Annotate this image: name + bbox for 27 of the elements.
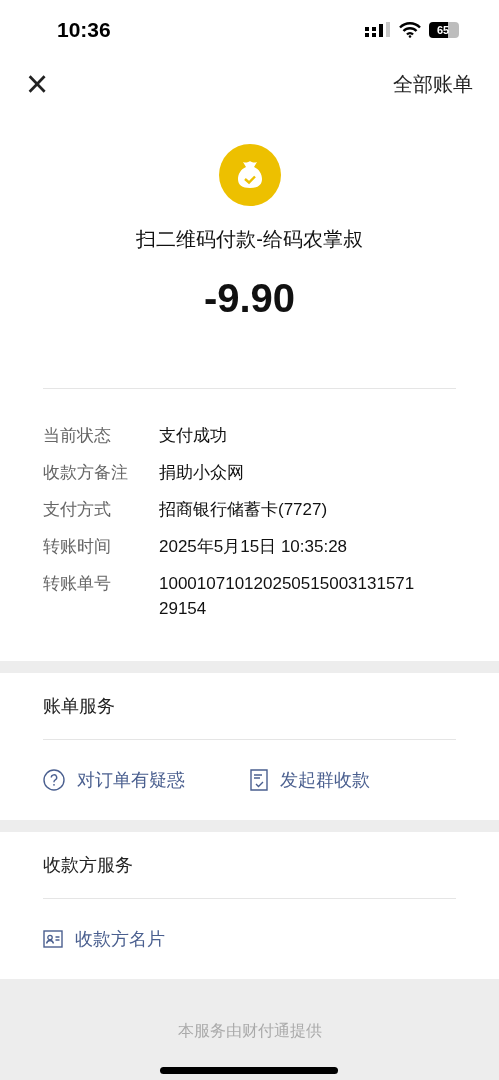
service-link[interactable]: 发起群收款 [279, 766, 370, 794]
payment-amount: -9.90 [203, 278, 296, 318]
detail-label: 转账单号 [43, 573, 112, 595]
detail-value: 2025年5月15日 10:35:28 [159, 536, 349, 558]
close-button[interactable]: × [26, 65, 49, 103]
detail-value: 捐助小众网 [159, 462, 245, 484]
detail-value: 100010710120250515003131571 29154 [159, 573, 416, 620]
contact-card-icon [43, 930, 63, 948]
question-icon [43, 769, 65, 791]
money-bag-icon [218, 144, 281, 206]
status-time: 10:36 [57, 17, 111, 44]
detail-label: 支付方式 [43, 499, 112, 521]
detail-value: 招商银行储蓄卡(7727) [159, 499, 329, 521]
document-check-icon [249, 769, 268, 791]
payment-title: 扫二维码付款-给码农掌叔 [136, 227, 363, 252]
service-link[interactable]: 对订单有疑惑 [77, 766, 185, 794]
section-title: 收款方服务 [43, 832, 456, 899]
signal-icon [365, 22, 391, 38]
footer-note: 本服务由财付通提供 [177, 1021, 322, 1041]
service-link[interactable]: 收款方名片 [75, 925, 165, 953]
detail-label: 收款方备注 [43, 462, 129, 484]
all-bills-link[interactable]: 全部账单 [393, 69, 473, 99]
section-title: 账单服务 [43, 673, 456, 740]
wifi-icon [399, 22, 421, 38]
detail-label: 当前状态 [43, 425, 112, 447]
detail-label: 转账时间 [43, 536, 112, 558]
detail-value: 支付成功 [159, 425, 228, 447]
